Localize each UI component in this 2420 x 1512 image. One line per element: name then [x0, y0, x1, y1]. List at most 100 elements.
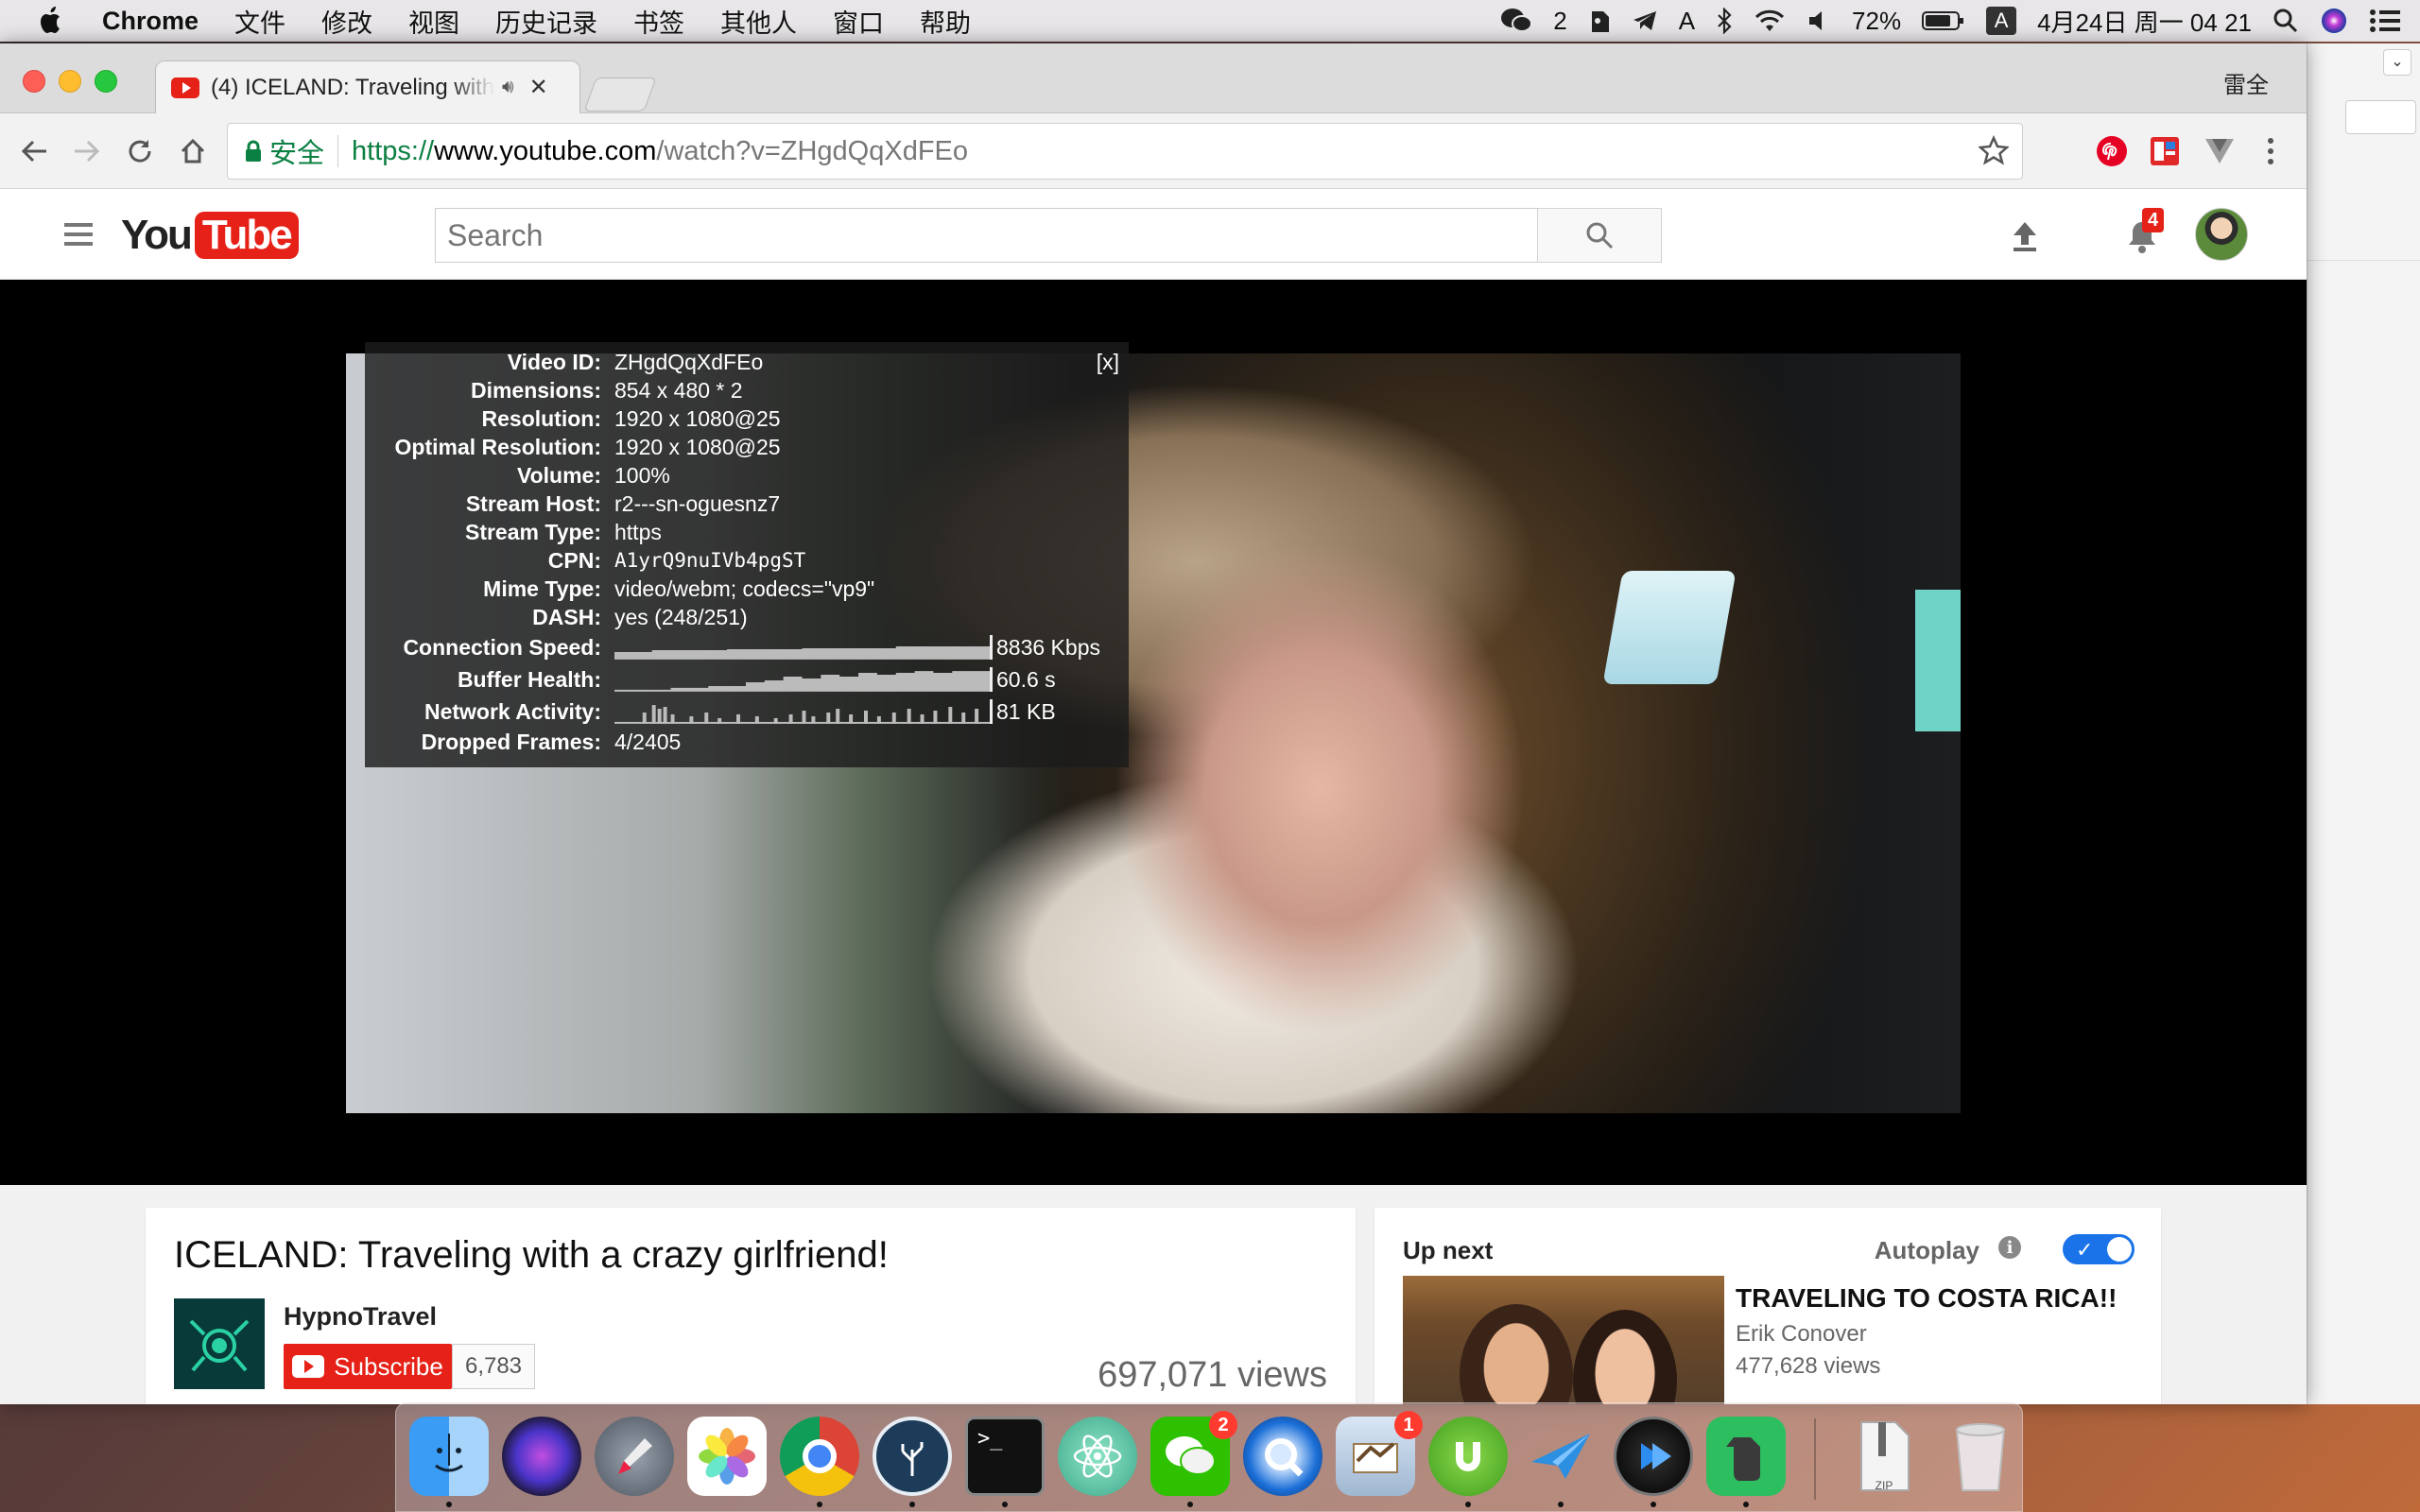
- stats-label: Connection Speed:: [403, 634, 601, 660]
- wechat-icon[interactable]: 2: [1150, 1411, 1237, 1496]
- channel-avatar[interactable]: [174, 1298, 265, 1389]
- background-window-field[interactable]: [2345, 100, 2416, 134]
- dvd-player-running-indicator: [1651, 1502, 1656, 1507]
- tab-close-icon[interactable]: ✕: [529, 74, 548, 101]
- apple-menu-icon[interactable]: [38, 6, 70, 36]
- account-avatar[interactable]: [2195, 208, 2248, 261]
- secure-connection-indicator[interactable]: 安全: [245, 131, 324, 171]
- subscribe-label: Subscribe: [334, 1351, 443, 1381]
- video-title: ICELAND: Traveling with a crazy girlfrie…: [174, 1234, 889, 1276]
- bookmark-star-icon[interactable]: [1977, 134, 2011, 173]
- youtube-logo[interactable]: You Tube: [121, 212, 299, 259]
- stats-close-button[interactable]: [x]: [1097, 350, 1119, 375]
- menu-people[interactable]: 其他人: [720, 3, 797, 40]
- stats-value: yes (248/251): [614, 604, 748, 629]
- up-next-card: Up next Autoplay i ✓ TRAVELING TO COSTA …: [1374, 1208, 2161, 1404]
- siri-menubar-icon[interactable]: [2320, 7, 2348, 35]
- terminal-icon[interactable]: >_: [965, 1417, 1045, 1496]
- stats-row: Video ID: ZHgdQqXdFEo: [365, 348, 1129, 376]
- evernote-icon[interactable]: [1706, 1417, 1786, 1496]
- launchpad-icon[interactable]: [595, 1417, 674, 1496]
- archive-icon[interactable]: ZIP: [1844, 1417, 1924, 1496]
- menu-help[interactable]: 帮助: [920, 3, 971, 40]
- youtube-search-input[interactable]: [435, 208, 1539, 263]
- up-next-thumbnail[interactable]: [1403, 1276, 1724, 1404]
- notifications-bell-icon[interactable]: 4: [2119, 208, 2165, 259]
- tab-youtube-iceland[interactable]: (4) ICELAND: Traveling with a crazy girl…: [155, 60, 580, 113]
- battery-icon[interactable]: [1922, 9, 1965, 32]
- menu-view[interactable]: 视图: [408, 3, 459, 40]
- flipboard-extension-icon[interactable]: [2144, 130, 2186, 172]
- atom-icon[interactable]: [1058, 1417, 1137, 1496]
- spotlight-search-icon[interactable]: [2273, 8, 2299, 34]
- airmail-icon[interactable]: [1521, 1417, 1600, 1496]
- menu-edit[interactable]: 修改: [321, 3, 372, 40]
- tab-audio-icon[interactable]: 🔊︎: [502, 77, 514, 98]
- reload-button[interactable]: [119, 130, 161, 172]
- stats-value: ZHgdQqXdFEo: [614, 349, 764, 374]
- dvd-player-icon[interactable]: [1614, 1417, 1693, 1496]
- macos-dock: >_ 2 1 ZIP: [395, 1402, 2023, 1512]
- finder-icon[interactable]: [409, 1417, 489, 1496]
- stats-label: Network Activity:: [424, 698, 601, 724]
- menu-app-chrome[interactable]: Chrome: [102, 7, 199, 36]
- chevron-down-icon[interactable]: ⌄: [2383, 49, 2411, 76]
- stats-value: 1920 x 1080@25: [614, 405, 781, 431]
- stats-row: Mime Type: video/webm; codecs="vp9": [365, 575, 1129, 603]
- telegram-status-icon[interactable]: [1632, 9, 1658, 32]
- battery-percent: 72%: [1852, 6, 1902, 35]
- subscribe-button[interactable]: Subscribe: [284, 1344, 452, 1389]
- guide-menu-icon[interactable]: [64, 223, 93, 246]
- window-minimize-button[interactable]: [59, 70, 81, 93]
- menu-history[interactable]: 历史记录: [495, 3, 597, 40]
- siri-icon[interactable]: [502, 1417, 581, 1496]
- up-next-video-title[interactable]: TRAVELING TO COSTA RICA!!: [1736, 1283, 2117, 1314]
- input-source-icon[interactable]: A: [1986, 7, 2017, 35]
- trash-icon[interactable]: [1941, 1417, 2020, 1496]
- wechat-status-icon[interactable]: [1500, 8, 1533, 34]
- utorrent-icon[interactable]: [1428, 1417, 1508, 1496]
- mail-icon[interactable]: 1: [1336, 1411, 1423, 1496]
- volume-icon[interactable]: [1806, 9, 1831, 32]
- evernote-running-indicator: [1743, 1502, 1749, 1507]
- stats-row: Optimal Resolution: 1920 x 1080@25: [365, 433, 1129, 461]
- chrome-icon[interactable]: [780, 1417, 859, 1496]
- new-tab-button[interactable]: [583, 77, 657, 112]
- chrome-menu-icon[interactable]: [2250, 130, 2291, 172]
- menu-file[interactable]: 文件: [234, 3, 285, 40]
- stats-row: Resolution: 1920 x 1080@25: [365, 404, 1129, 433]
- background-window[interactable]: ⌄: [2307, 43, 2420, 1404]
- window-zoom-button[interactable]: [95, 70, 117, 93]
- upload-icon[interactable]: [2002, 214, 2048, 259]
- info-icon[interactable]: i: [1998, 1236, 2021, 1259]
- vue-devtools-extension-icon[interactable]: [2199, 130, 2240, 172]
- back-button[interactable]: [13, 130, 55, 172]
- video-player[interactable]: [x] Video ID: ZHgdQqXdFEo Dimensions: 854 …: [0, 280, 2307, 1185]
- youtube-logo-tube: Tube: [194, 212, 299, 259]
- address-bar[interactable]: 安全 https://www.youtube.com/watch?v=ZHgdQ…: [227, 123, 2023, 180]
- input-method-indicator[interactable]: A: [1679, 7, 1695, 36]
- channel-name[interactable]: HypnoTravel: [284, 1302, 437, 1332]
- forward-button[interactable]: [66, 130, 108, 172]
- youtube-search-button[interactable]: [1537, 208, 1662, 263]
- bluetooth-icon[interactable]: [1716, 8, 1733, 34]
- photos-icon[interactable]: [687, 1417, 767, 1496]
- quicktime-icon[interactable]: [1243, 1417, 1322, 1496]
- stats-label: Dropped Frames:: [421, 729, 601, 754]
- wifi-icon[interactable]: [1754, 9, 1786, 33]
- window-close-button[interactable]: [23, 70, 45, 93]
- notification-center-icon[interactable]: [2369, 9, 2401, 33]
- evernote-status-icon[interactable]: [1588, 8, 1611, 34]
- menubar-clock[interactable]: 4月24日 周一 04 21: [2037, 4, 2252, 39]
- stats-row: Connection Speed: 8836 Kbps: [365, 631, 1129, 663]
- stats-row: CPN: A1yrQ9nuIVb4pgST: [365, 546, 1129, 575]
- menu-bookmarks[interactable]: 书签: [633, 3, 684, 40]
- menu-window[interactable]: 窗口: [833, 3, 884, 40]
- autoplay-toggle[interactable]: ✓: [2063, 1234, 2135, 1264]
- profile-name[interactable]: 雷全: [2223, 66, 2269, 99]
- sourcetree-icon[interactable]: [873, 1417, 952, 1496]
- sourcetree-running-indicator: [909, 1502, 915, 1507]
- search-icon: [1586, 222, 1614, 249]
- pinterest-extension-icon[interactable]: [2091, 130, 2133, 172]
- home-button[interactable]: [172, 130, 214, 172]
